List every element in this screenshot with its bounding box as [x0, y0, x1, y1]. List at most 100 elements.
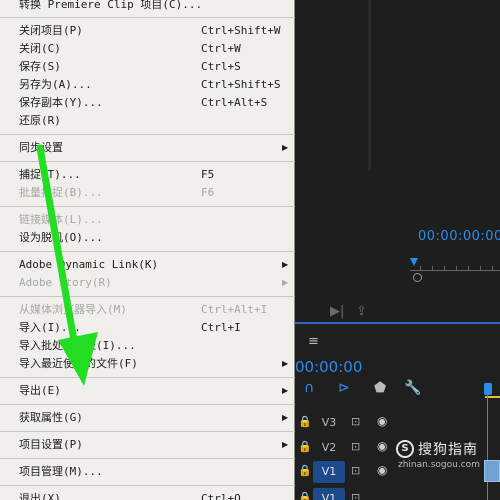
- menu-item-import-batch-list[interactable]: 导入批处理列表(I)...: [0, 337, 295, 355]
- menu-item-label: 保存(S): [19, 60, 61, 73]
- menu-item-import-from-media-browser[interactable]: 从媒体浏览器导入(M) Ctrl+Alt+I: [0, 301, 295, 319]
- eye-icon[interactable]: ◉: [377, 463, 387, 477]
- menu-item-dynamic-link[interactable]: Adobe Dynamic Link(K) ▶: [0, 256, 295, 274]
- track-header[interactable]: 🔒 V3 ⊡ ◉: [295, 412, 487, 434]
- menu-item-sync-settings[interactable]: 同步设置 ▶: [0, 139, 295, 157]
- menu-item-project-manager[interactable]: 项目管理(M)...: [0, 463, 295, 481]
- menu-item-shortcut: F5: [201, 168, 215, 181]
- step-forward-icon[interactable]: ▶|: [330, 304, 344, 319]
- menu-separator: [0, 485, 295, 486]
- menu-item-label: 导出(E): [19, 384, 61, 397]
- track-name[interactable]: V3: [313, 412, 345, 434]
- menu-item-batch-capture[interactable]: 批量捕捉(B)... F6: [0, 184, 295, 202]
- menu-item-shortcut: Ctrl+Alt+S: [201, 96, 268, 109]
- menu-separator: [0, 404, 295, 405]
- timeline-timecode[interactable]: 00:00:00: [295, 358, 362, 376]
- menu-separator: [0, 161, 295, 162]
- menu-item-label: 从媒体浏览器导入(M): [19, 303, 127, 316]
- menu-item-label: 关闭(C): [19, 42, 61, 55]
- file-menu-dropdown: 转换 Premiere Clip 项目(C)... 关闭项目(P) Ctrl+S…: [0, 0, 295, 500]
- program-monitor-timecode[interactable]: 00:00:00:00: [418, 229, 500, 244]
- menu-item-label: Adobe Dynamic Link(K): [19, 258, 159, 271]
- menu-separator: [0, 377, 295, 378]
- menu-item-label: 设为脱机(O)...: [19, 231, 103, 244]
- wrench-icon[interactable]: 🔧: [404, 380, 421, 396]
- menu-item-make-offline[interactable]: 设为脱机(O)...: [0, 229, 295, 247]
- monitor-in-point-icon[interactable]: [413, 273, 422, 282]
- lock-icon[interactable]: 🔒: [298, 491, 312, 500]
- menu-item-close-project[interactable]: 关闭项目(P) Ctrl+Shift+W: [0, 22, 295, 40]
- menu-item-shortcut: Ctrl+Shift+S: [201, 78, 281, 91]
- panel-divider: [368, 0, 371, 170]
- menu-separator: [0, 17, 295, 18]
- submenu-arrow-icon: ▶: [282, 413, 289, 422]
- menu-separator: [0, 458, 295, 459]
- sogou-logo-icon: S: [396, 440, 414, 458]
- menu-item-label: 转换 Premiere Clip 项目(C)...: [19, 0, 203, 11]
- menu-item-label: 捕捉(T)...: [19, 168, 81, 181]
- export-frame-icon[interactable]: ⇪: [356, 304, 367, 319]
- menu-item-export[interactable]: 导出(E) ▶: [0, 382, 295, 400]
- menu-item-shortcut: Ctrl+Alt+I: [201, 303, 268, 316]
- track-header[interactable]: 🔒 V1 ⊡: [295, 488, 487, 500]
- menu-item-save-as[interactable]: 另存为(A)... Ctrl+Shift+S: [0, 76, 295, 94]
- watermark-name: 搜狗指南: [418, 442, 478, 458]
- watermark-url: zhinan.sogou.com: [398, 460, 480, 470]
- panel-focus-border: [295, 322, 500, 324]
- menu-item-shortcut: Ctrl+S: [201, 60, 241, 73]
- snap-magnet-icon[interactable]: ∩: [304, 380, 314, 396]
- sync-lock-icon[interactable]: ⊡: [351, 415, 360, 428]
- menu-item-exit[interactable]: 退出(X) Ctrl+Q: [0, 490, 295, 500]
- menu-item-label: 关闭项目(P): [19, 24, 83, 37]
- menu-separator: [0, 296, 295, 297]
- submenu-arrow-icon: ▶: [282, 440, 289, 449]
- lock-icon[interactable]: 🔒: [298, 415, 312, 428]
- submenu-arrow-icon: ▶: [282, 359, 289, 368]
- eye-icon[interactable]: ◉: [377, 439, 387, 453]
- menu-item-import[interactable]: 导入(I)... Ctrl+I: [0, 319, 295, 337]
- menu-item-save[interactable]: 保存(S) Ctrl+S: [0, 58, 295, 76]
- lock-icon[interactable]: 🔒: [298, 440, 312, 453]
- program-monitor-panel: [295, 0, 500, 325]
- sogou-watermark: S 搜狗指南 zhinan.sogou.com: [396, 438, 496, 474]
- menu-separator: [0, 206, 295, 207]
- menu-item-revert[interactable]: 还原(R): [0, 112, 295, 130]
- menu-item-label: Adobe Story(R): [19, 276, 112, 289]
- menu-item-save-copy[interactable]: 保存副本(Y)... Ctrl+Alt+S: [0, 94, 295, 112]
- menu-separator: [0, 134, 295, 135]
- menu-item-import-recent[interactable]: 导入最近使用的文件(F) ▶: [0, 355, 295, 373]
- menu-item-label: 保存副本(Y)...: [19, 96, 103, 109]
- menu-item-label: 另存为(A)...: [19, 78, 92, 91]
- sync-lock-icon[interactable]: ⊡: [351, 440, 360, 453]
- track-name[interactable]: V1: [313, 488, 345, 500]
- submenu-arrow-icon: ▶: [282, 143, 289, 152]
- eye-icon[interactable]: ◉: [377, 414, 387, 428]
- menu-item-close[interactable]: 关闭(C) Ctrl+W: [0, 40, 295, 58]
- add-marker-icon[interactable]: ⬟: [374, 380, 386, 396]
- sync-lock-icon[interactable]: ⊡: [351, 491, 360, 500]
- menu-item-adobe-story[interactable]: Adobe Story(R) ▶: [0, 274, 295, 292]
- menu-item-shortcut: Ctrl+I: [201, 321, 241, 334]
- menu-item-label: 导入批处理列表(I)...: [19, 339, 136, 352]
- menu-item-convert-premiere-clip[interactable]: 转换 Premiere Clip 项目(C)...: [0, 0, 295, 14]
- menu-item-label: 链接媒体(L)...: [19, 213, 103, 226]
- menu-item-capture[interactable]: 捕捉(T)... F5: [0, 166, 295, 184]
- timeline-menu-icon[interactable]: ≡: [308, 334, 319, 349]
- menu-item-project-settings[interactable]: 项目设置(P) ▶: [0, 436, 295, 454]
- menu-item-label: 导入最近使用的文件(F): [19, 357, 138, 370]
- linked-selection-icon[interactable]: ⊳: [338, 380, 350, 396]
- menu-item-label: 还原(R): [19, 114, 61, 127]
- monitor-time-ruler[interactable]: [410, 262, 500, 276]
- menu-separator: [0, 251, 295, 252]
- menu-item-link-media[interactable]: 链接媒体(L)...: [0, 211, 295, 229]
- track-name[interactable]: V2: [313, 437, 345, 459]
- menu-item-label: 导入(I)...: [19, 321, 81, 334]
- lock-icon[interactable]: 🔒: [298, 464, 312, 477]
- menu-item-get-properties[interactable]: 获取属性(G) ▶: [0, 409, 295, 427]
- timeline-playhead[interactable]: [484, 383, 492, 395]
- menu-item-label: 批量捕捉(B)...: [19, 186, 103, 199]
- menu-item-label: 项目管理(M)...: [19, 465, 103, 478]
- sync-lock-icon[interactable]: ⊡: [351, 464, 360, 477]
- track-name[interactable]: V1: [313, 461, 345, 483]
- menu-separator: [0, 431, 295, 432]
